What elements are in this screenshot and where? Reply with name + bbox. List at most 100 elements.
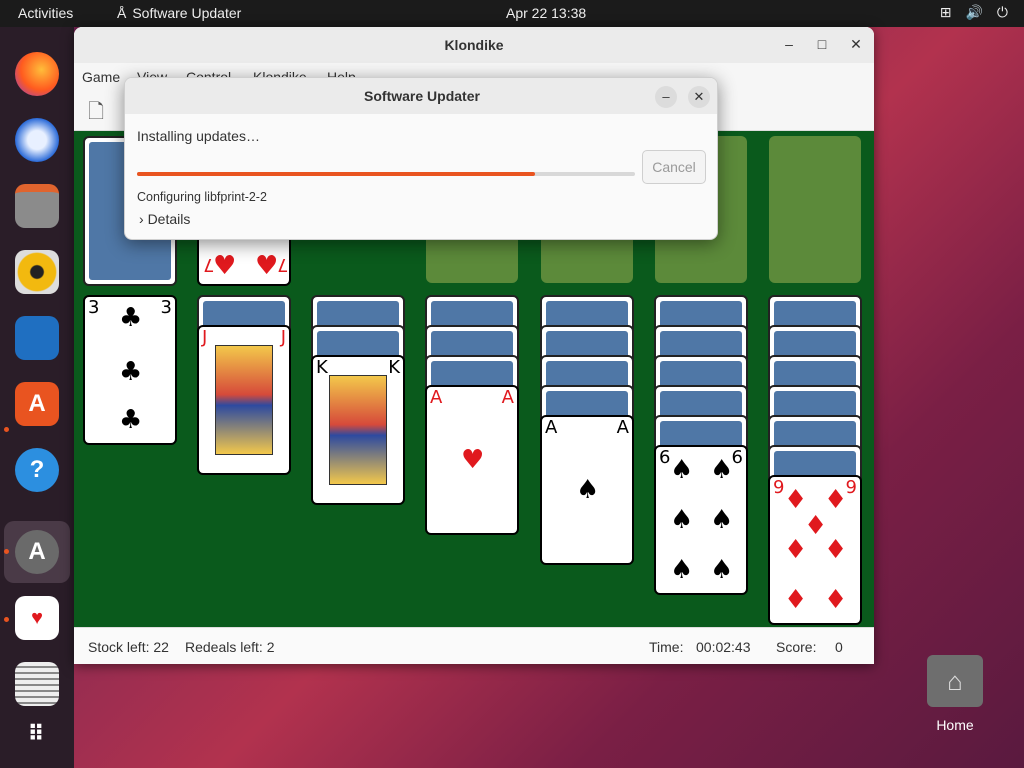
app-menu-label: Software Updater [132,5,242,21]
card-suit-icon: ♠ [576,475,600,505]
dock-firefox[interactable] [10,47,64,101]
home-folder-icon: ⌂ [927,655,983,707]
menu-game[interactable]: Game [82,69,120,85]
card-rank: A [616,417,629,438]
writer-icon [15,316,59,360]
progress-bar [137,172,635,176]
rhythmbox-icon [15,250,59,294]
card-rank: 3 [160,297,172,318]
dock-solitaire[interactable]: ♥ [10,591,64,645]
card-rank: A [501,387,514,408]
card-suit-icon: ♣ [119,357,143,387]
dock-app-center[interactable]: A [10,377,64,431]
foundation-slot-4[interactable] [769,136,861,283]
maximize-button[interactable]: □ [813,36,831,52]
tableau-card-7[interactable]: 9 9 ♦ ♦ ♦ ♦ ♦ ♦ ♦ [768,475,862,625]
card-suit-icon: ♠ [670,555,694,585]
dock-writer[interactable] [10,311,64,365]
system-tray[interactable]: ⊞ 🔊 ⏻ [940,4,1008,21]
tableau-card-3[interactable]: K K [311,355,405,505]
dock-show-apps[interactable]: ⠿ [10,707,64,761]
card-suit-icon: ♦ [784,485,808,515]
dock-help[interactable]: ? [10,443,64,497]
network-icon: ⊞ [939,4,952,20]
card-suit-icon: ♠ [710,505,734,535]
chevron-right-icon: › [139,211,144,227]
software-updater-icon: A [15,530,59,574]
software-updater-small-icon: Å [117,5,127,21]
files-icon [15,184,59,228]
dialog-title: Software Updater [125,78,717,114]
card-suit-icon: ♠ [670,505,694,535]
card-suit-icon: ♥ [461,445,485,475]
score-value: 0 [835,639,843,655]
card-suit-icon: ♠ [710,455,734,485]
tableau-card-1[interactable]: 3 3 ♣ ♣ ♣ [83,295,177,445]
card-suit-icon: ♠ [710,555,734,585]
top-bar: Activities Å Software Updater Apr 22 13:… [0,0,1024,27]
dock-software-updater[interactable]: A [10,525,64,579]
help-icon: ? [15,448,59,492]
card-suit-icon: ♠ [670,455,694,485]
card-rank: A [430,387,443,408]
card-rank: K [316,357,328,378]
card-rank: K [388,357,400,378]
app-center-icon: A [15,382,59,426]
card-rank: 6 [659,447,671,468]
time-label: Time: [649,639,684,655]
running-indicator [4,617,9,622]
power-icon: ⏻ [996,4,1008,20]
king-face-image [329,375,387,485]
dock-thunderbird[interactable] [10,113,64,167]
card-suit-icon: ♦ [784,535,808,565]
progress-fill [137,172,536,176]
dock-files[interactable] [10,179,64,233]
volume-icon: 🔊 [965,4,983,20]
desktop-home[interactable]: ⌂ Home [925,655,985,733]
card-suit-icon: ♦ [824,585,848,615]
current-job: Configuring libfprint-2-2 [137,190,267,204]
card-suit-icon: ♦ [824,485,848,515]
dock-rhythmbox[interactable] [10,245,64,299]
tableau-card-2[interactable]: J J [197,325,291,475]
app-menu[interactable]: Å Software Updater [117,5,241,21]
card-suit-icon: ♦ [824,535,848,565]
new-game-icon[interactable]: 🗋 [88,97,112,125]
details-expander[interactable]: › Details [139,211,190,227]
redeals-left: Redeals left: 2 [185,639,275,655]
minimize-button[interactable]: – [655,86,677,108]
stock-left: Stock left: 22 [88,639,169,655]
card-suit-icon: ♥ [255,251,279,281]
minimize-button[interactable]: – [780,36,798,52]
card-rank: A [545,417,558,438]
text-editor-icon [15,662,59,706]
card-rank: J [202,327,208,348]
time-value: 00:02:43 [696,639,751,655]
details-label: Details [147,211,191,227]
window-title: Klondike [74,27,874,63]
close-button[interactable]: ✕ [688,86,710,108]
tableau-card-5[interactable]: A A ♠ [540,415,634,565]
home-label: Home [936,717,974,733]
card-suit-icon: ♣ [119,405,143,435]
clock[interactable]: Apr 22 13:38 [506,5,586,21]
close-button[interactable]: ✕ [847,36,865,53]
activities-button[interactable]: Activities [18,5,73,21]
cancel-button[interactable]: Cancel [642,150,706,184]
solitaire-icon: ♥ [15,596,59,640]
card-suit-icon: ♥ [213,251,237,281]
card-rank: 3 [88,297,100,318]
card-suit-icon: ♣ [119,303,143,333]
jack-face-image [215,345,273,455]
card-rank: J [280,327,286,348]
tableau-card-6[interactable]: 6 6 ♠ ♠ ♠ ♠ ♠ ♠ [654,445,748,595]
status-bar: Stock left: 22 Redeals left: 2 Time: 00:… [74,627,874,664]
thunderbird-icon [15,118,59,162]
card-suit-icon: ♦ [784,585,808,615]
dock-text-editor[interactable] [10,657,64,711]
tableau-card-4[interactable]: A A ♥ [425,385,519,535]
card-rank: 9 [773,477,785,498]
firefox-icon [15,52,59,96]
card-rank: 7 [277,254,289,275]
show-apps-icon: ⠿ [27,721,47,746]
